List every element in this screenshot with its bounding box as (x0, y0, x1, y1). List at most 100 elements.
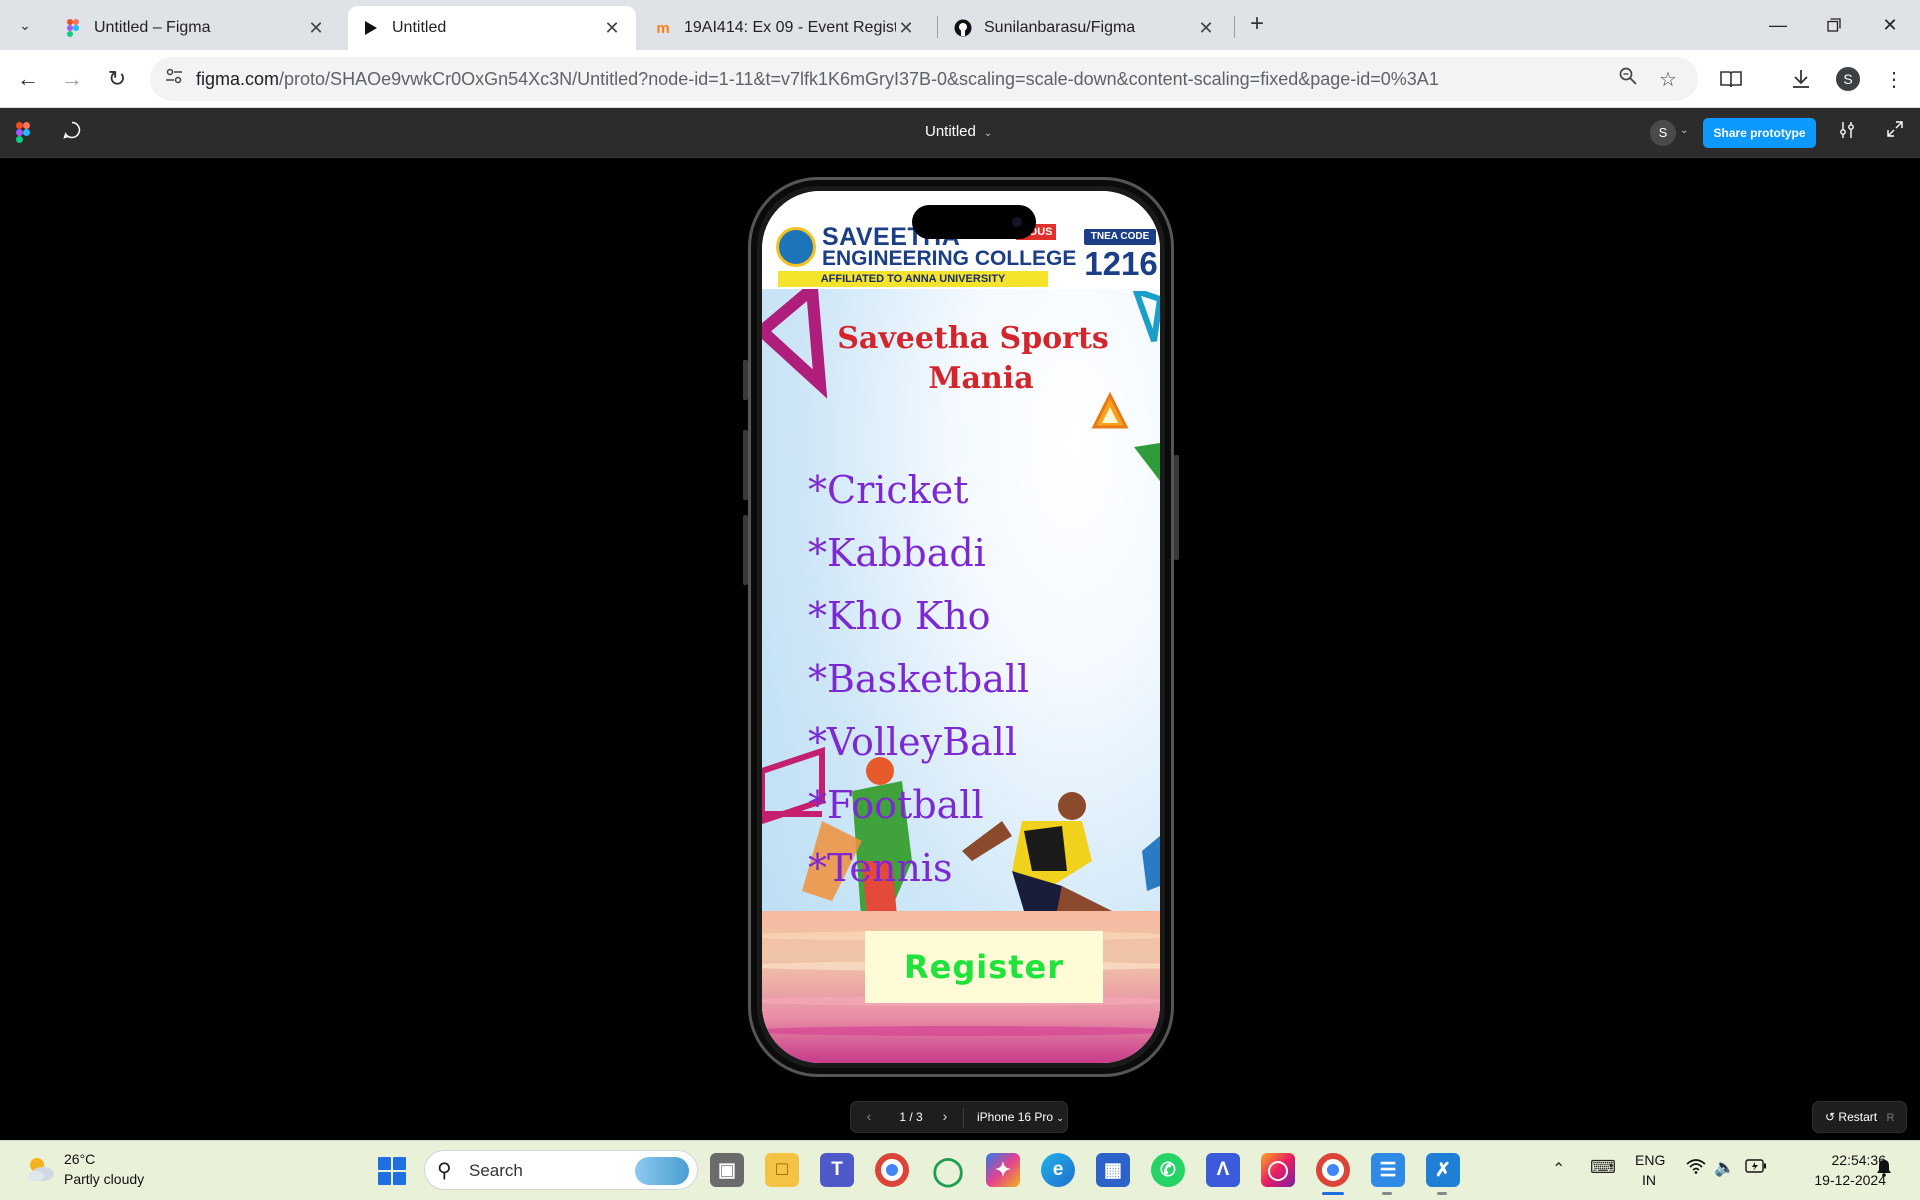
college-name-line2: ENGINEERING COLLEGE (822, 247, 1077, 270)
reading-mode-icon[interactable] (1715, 63, 1747, 95)
figma-logo-icon[interactable] (16, 122, 30, 144)
search-highlight-art (635, 1157, 689, 1185)
chevron-down-icon[interactable]: ⌄ (1680, 125, 1688, 136)
phone-action-button (743, 360, 748, 400)
close-tab-icon[interactable]: ✕ (602, 18, 622, 39)
browser-toolbar: ← → ↻ figma.com/proto/SHAOe9vwkCr0OxGn54… (0, 50, 1920, 108)
play-icon (362, 19, 380, 37)
list-item: *Tennis (808, 846, 953, 890)
url-text[interactable]: figma.com/proto/SHAOe9vwkCr0OxGn54Xc3N/U… (196, 69, 1439, 90)
chevron-down-icon: ⌄ (983, 128, 993, 139)
previous-frame-icon[interactable]: ‹ (859, 1108, 879, 1124)
partly-cloudy-icon[interactable] (24, 1153, 56, 1185)
search-icon: ⚲ (437, 1160, 452, 1182)
taskbar-search-input[interactable]: ⚲ Search (424, 1150, 698, 1190)
chrome-icon[interactable] (875, 1153, 909, 1187)
tab-separator (1234, 16, 1235, 38)
weather-description[interactable]: Partly cloudy (64, 1171, 144, 1187)
teams-icon[interactable]: T (820, 1153, 854, 1187)
register-button[interactable]: Register (865, 931, 1103, 1003)
bookmark-star-icon[interactable]: ☆ (1656, 67, 1680, 91)
copilot-icon[interactable]: ✦ (986, 1153, 1020, 1187)
share-prototype-button[interactable]: Share prototype (1703, 118, 1816, 148)
edge-icon[interactable]: e (1041, 1153, 1075, 1187)
close-tab-icon[interactable]: ✕ (896, 18, 916, 39)
frame-counter: 1 / 3 (899, 1110, 923, 1124)
vscode-icon[interactable]: ✗ (1426, 1153, 1460, 1187)
language-code[interactable]: ENG (1635, 1152, 1665, 1168)
tnea-code-label: TNEA CODE (1084, 229, 1156, 245)
clock-time[interactable]: 22:54:36 (1810, 1152, 1887, 1168)
reload-icon[interactable]: ↻ (101, 63, 133, 95)
restart-button[interactable]: ↺ Restart R (1812, 1101, 1907, 1133)
fullscreen-expand-icon[interactable] (1883, 121, 1907, 145)
more-menu-icon[interactable]: ⋮ (1878, 63, 1910, 95)
chevron-down-icon: ⌄ (1056, 1113, 1064, 1123)
close-tab-icon[interactable]: ✕ (1196, 18, 1216, 39)
phone-power-button (1174, 455, 1179, 560)
restore-window-icon[interactable] (1806, 0, 1862, 50)
windows-taskbar: 26°C Partly cloudy ⚲ Search ▣ □ T ◯ ✦ e … (0, 1140, 1920, 1200)
new-tab-plus-icon[interactable]: + (1242, 10, 1272, 40)
forward-arrow-icon[interactable]: → (56, 63, 88, 95)
close-tab-icon[interactable]: ✕ (306, 18, 326, 39)
active-app-indicator (1322, 1192, 1344, 1195)
ground-stripe (762, 1026, 1160, 1036)
browser-tab-strip: ⌄ Untitled – Figma ✕ Untitled ✕ m 19AI41… (0, 0, 1920, 50)
college-affiliation: AFFILIATED TO ANNA UNIVERSITY (778, 271, 1048, 287)
weather-temperature[interactable]: 26°C (64, 1151, 95, 1167)
minimize-icon[interactable]: — (1750, 0, 1806, 50)
whatsapp-icon[interactable]: ✆ (1151, 1153, 1185, 1187)
zoom-icon[interactable] (1616, 67, 1640, 91)
address-bar[interactable]: figma.com/proto/SHAOe9vwkCr0OxGn54Xc3N/U… (150, 57, 1698, 101)
list-item: *Kho Kho (808, 594, 991, 638)
close-window-icon[interactable]: ✕ (1862, 0, 1918, 50)
region-code[interactable]: IN (1642, 1172, 1656, 1188)
tab-title: 19AI414: Ex 09 - Event Registrat (684, 19, 896, 36)
tab-moodle[interactable]: m 19AI414: Ex 09 - Event Registrat ✕ (640, 6, 930, 50)
tab-github[interactable]: Sunilanbarasu/Figma ✕ (940, 6, 1230, 50)
next-frame-icon[interactable]: › (935, 1108, 955, 1124)
tab-figma-editor[interactable]: Untitled – Figma ✕ (50, 6, 340, 50)
file-title: Untitled (925, 123, 976, 140)
tab-title: Sunilanbarasu/Figma (984, 19, 1136, 36)
comment-icon[interactable] (60, 121, 84, 145)
settings-sliders-icon[interactable] (1835, 121, 1859, 145)
wifi-icon[interactable] (1686, 1158, 1706, 1179)
notepad-icon[interactable]: ☰ (1371, 1153, 1405, 1187)
keyboard-icon[interactable]: ⌨ (1590, 1157, 1616, 1178)
tab-title: Untitled (392, 19, 447, 36)
tnea-code-number: 1216 (1084, 245, 1158, 282)
site-info-icon[interactable] (162, 67, 186, 91)
dynamic-island (912, 205, 1036, 239)
orange-triangle-shape (1091, 391, 1129, 429)
microsoft-store-icon[interactable]: ▦ (1096, 1153, 1130, 1187)
arc-app-icon[interactable]: Λ (1206, 1153, 1240, 1187)
prototype-screen[interactable]: SAVEETHA MOUS ENGINEERING COLLEGE AFFILI… (762, 191, 1160, 1063)
list-item: *Kabbadi (808, 531, 986, 575)
chrome-profile-icon[interactable] (1316, 1153, 1350, 1187)
sync-app-icon[interactable]: ◯ (931, 1153, 965, 1187)
download-icon[interactable] (1785, 63, 1817, 95)
college-emblem-icon (776, 227, 816, 267)
file-explorer-icon[interactable]: □ (765, 1153, 799, 1187)
notification-bell-icon[interactable] (1876, 1159, 1892, 1182)
battery-icon[interactable] (1745, 1158, 1767, 1178)
profile-avatar[interactable]: S (1836, 67, 1860, 91)
github-icon (954, 19, 972, 37)
volume-icon[interactable]: 🔈 (1714, 1158, 1735, 1178)
clock-date[interactable]: 19-12-2024 (1786, 1172, 1886, 1188)
pager-divider (963, 1108, 964, 1128)
task-view-icon[interactable]: ▣ (710, 1153, 744, 1187)
back-arrow-icon[interactable]: ← (12, 63, 44, 95)
moodle-icon: m (656, 19, 670, 37)
device-selector[interactable]: iPhone 16 Pro ⌄ (977, 1110, 1064, 1124)
chevron-up-icon[interactable]: ⌃ (1552, 1159, 1565, 1179)
tab-search-chevron-icon[interactable]: ⌄ (10, 10, 40, 40)
instagram-icon[interactable]: ◯ (1261, 1153, 1295, 1187)
file-title-dropdown[interactable]: Untitled ⌄ (925, 123, 992, 140)
windows-start-icon[interactable] (378, 1157, 406, 1185)
restart-shortcut: R (1886, 1112, 1895, 1124)
tab-prototype[interactable]: Untitled ✕ (348, 6, 636, 50)
avatar[interactable]: S (1650, 120, 1676, 146)
